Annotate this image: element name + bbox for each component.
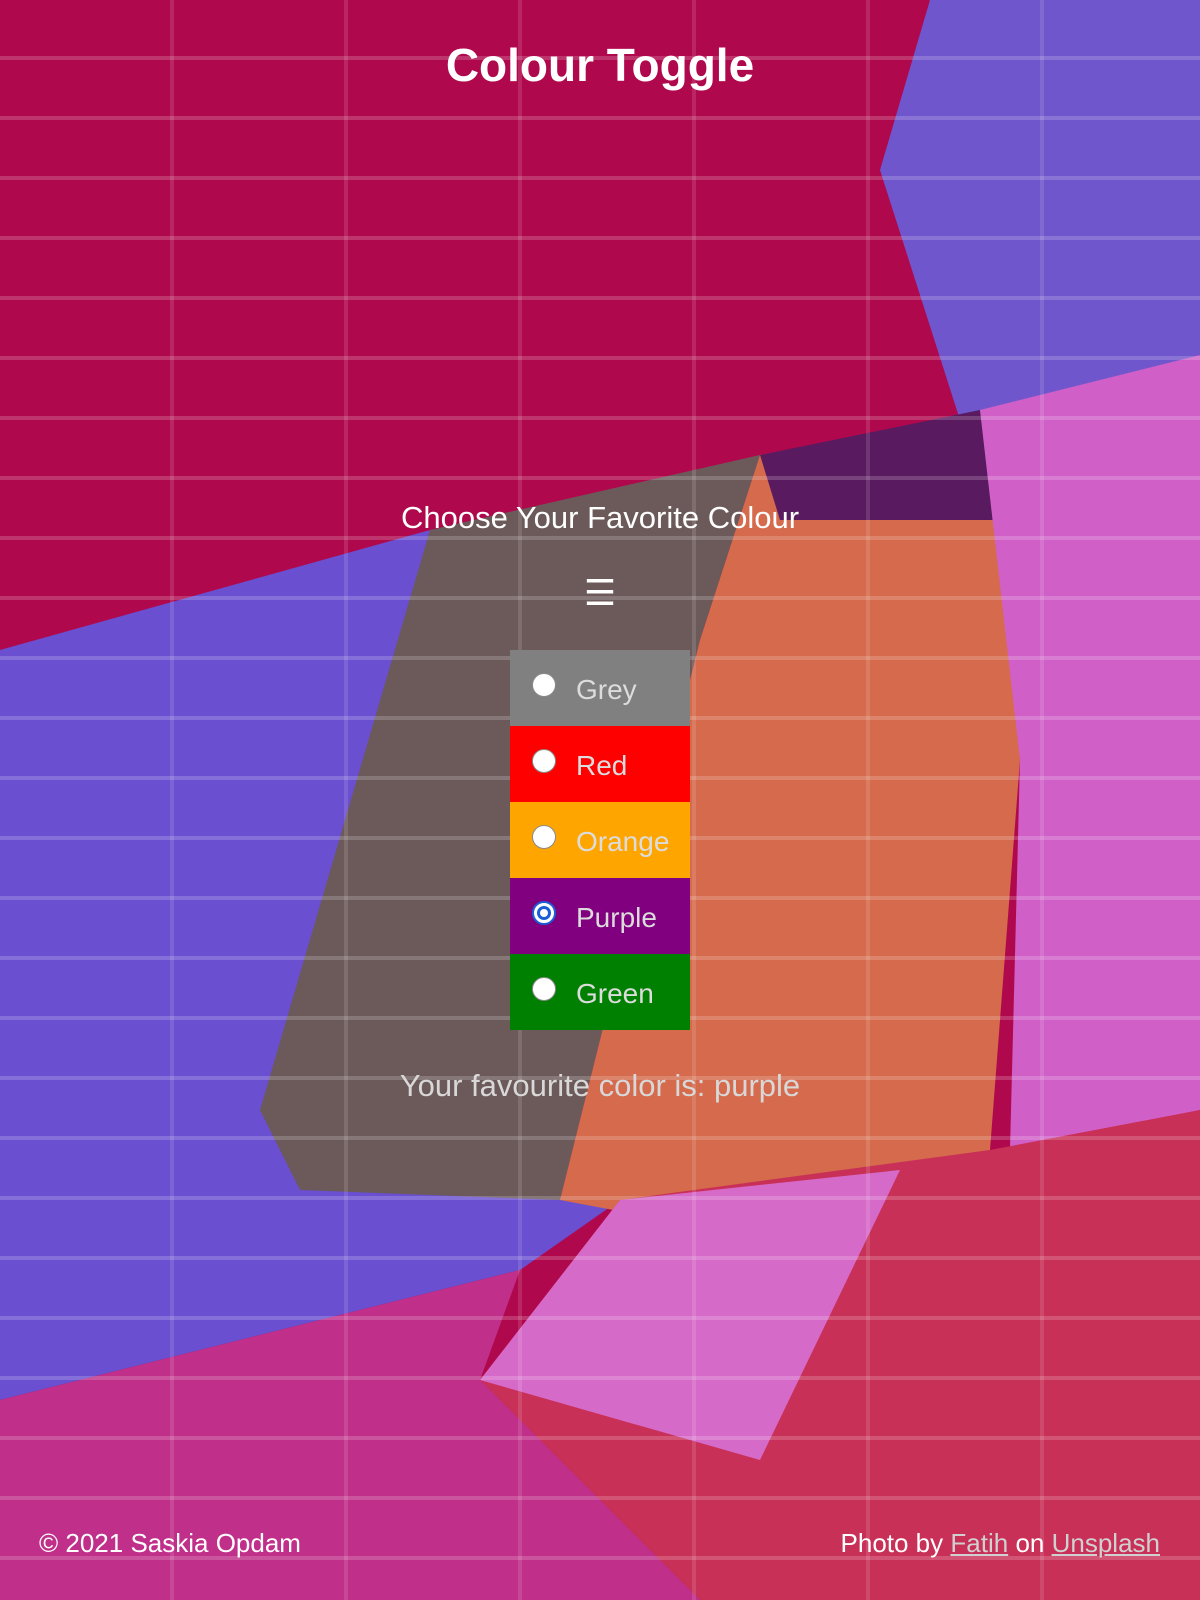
radio-button-green[interactable]	[532, 977, 556, 1001]
colour-option-label: Red	[576, 750, 628, 781]
page-title: Colour Toggle	[445, 39, 755, 91]
page-content: Colour Toggle Choose Your Favorite Colou…	[0, 0, 1200, 1600]
footer-photo-credit: Photo by Fatih on Unsplash	[841, 1528, 1160, 1559]
colour-option-label: Green	[576, 978, 654, 1009]
colour-option-red[interactable]: Red	[510, 726, 690, 802]
credit-author-link[interactable]: Fatih	[950, 1528, 1008, 1558]
footer-copyright: © 2021 Saskia Opdam	[39, 1528, 301, 1558]
colour-option-green[interactable]: Green	[510, 954, 690, 1030]
colour-option-orange[interactable]: Orange	[510, 802, 690, 878]
credit-prefix: Photo by	[840, 1528, 944, 1558]
radio-button-red[interactable]	[532, 749, 556, 773]
picker-label: Choose Your Favorite Colour	[400, 500, 800, 535]
favourite-colour-result: Your favourite color is: purple	[399, 1068, 801, 1103]
colour-option-grey[interactable]: Grey	[510, 650, 690, 726]
colour-option-label: Purple	[576, 902, 657, 933]
colour-option-label: Orange	[576, 826, 670, 857]
radio-button-orange[interactable]	[532, 825, 556, 849]
colour-option-label: Grey	[576, 674, 637, 705]
credit-middle: on	[1015, 1528, 1045, 1558]
hamburger-menu-icon[interactable]: ☰	[570, 567, 630, 619]
colour-options-list: Grey Red Orange Purple Green	[510, 650, 690, 1030]
colour-option-purple[interactable]: Purple	[510, 878, 690, 954]
credit-site-link[interactable]: Unsplash	[1052, 1528, 1160, 1558]
radio-button-grey[interactable]	[532, 673, 556, 697]
radio-button-purple[interactable]	[532, 901, 556, 925]
